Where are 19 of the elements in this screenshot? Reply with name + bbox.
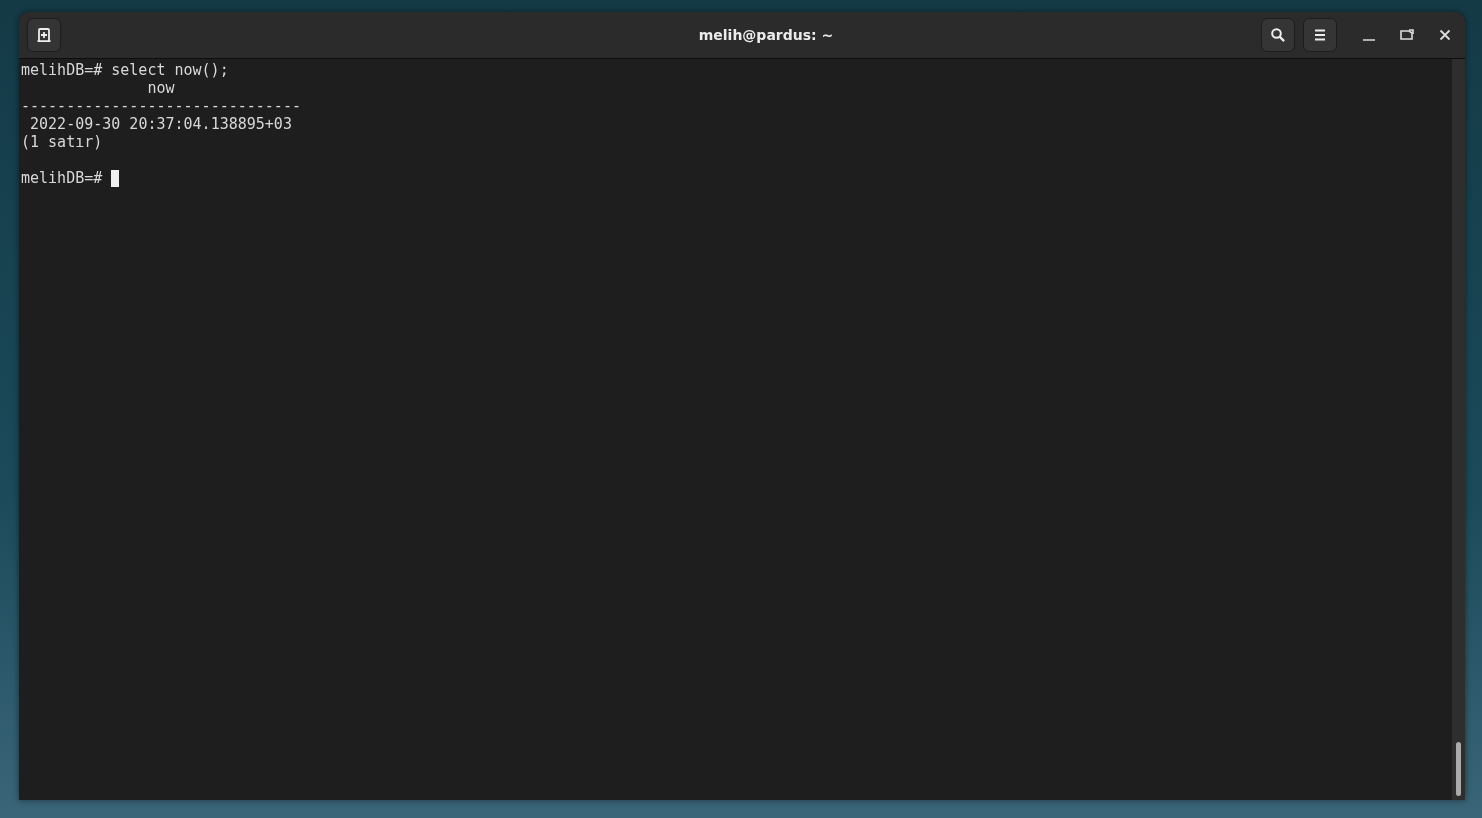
output-line: 2022-09-30 20:37:04.138895+03 <box>29 115 292 133</box>
command-text: select now(); <box>111 61 229 79</box>
new-tab-icon <box>36 27 52 43</box>
minimize-icon <box>1363 39 1375 41</box>
shell-prompt: melihDB=# <box>21 61 103 79</box>
search-icon <box>1270 27 1286 43</box>
search-button[interactable] <box>1261 18 1295 52</box>
output-line: now <box>146 79 175 97</box>
text-cursor <box>111 169 120 187</box>
new-tab-button[interactable] <box>27 18 61 52</box>
window-title: melih@pardus: ~ <box>697 27 835 43</box>
scrollbar-thumb[interactable] <box>1456 742 1461 796</box>
menu-icon <box>1313 29 1327 41</box>
output-line: (1 satır) <box>21 133 103 151</box>
restore-icon <box>1400 29 1414 41</box>
output-line: ------------------------------- <box>21 97 301 115</box>
shell-prompt: melihDB=# <box>21 169 103 187</box>
menu-button[interactable] <box>1303 18 1337 52</box>
close-icon <box>1439 29 1451 41</box>
